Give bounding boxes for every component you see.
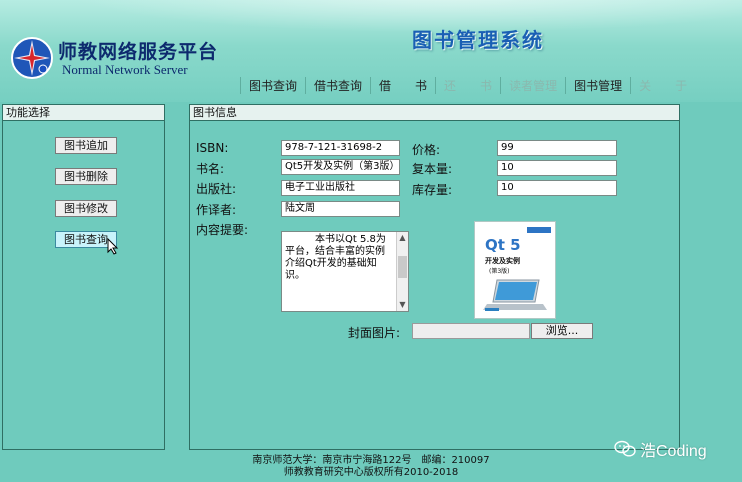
nav-item-reader-mgmt[interactable]: 读者管理 xyxy=(500,76,565,94)
publisher-field[interactable]: 电子工业出版社 xyxy=(281,180,400,196)
book-info-title: 图书信息 xyxy=(190,105,679,121)
browse-button[interactable]: 浏览... xyxy=(531,323,593,339)
name-label: 书名: xyxy=(196,162,225,176)
header-banner: 师教网络服务平台 Normal Network Server 图书管理系统 图书… xyxy=(0,0,742,102)
price-field[interactable]: 99 xyxy=(497,140,617,156)
isbn-label: ISBN: xyxy=(196,141,229,155)
cover-subtitle: 开发及实例 xyxy=(485,257,520,265)
org-name-en: Normal Network Server xyxy=(62,62,188,77)
edit-book-button[interactable]: 图书修改 xyxy=(55,200,117,217)
watermark: 浩Coding xyxy=(614,437,707,461)
nav-item-borrow-search[interactable]: 借书查询 xyxy=(305,76,370,94)
book-name-field[interactable]: Qt5开发及实例（第3版） xyxy=(281,159,400,175)
footer-copyright: 师教教育研究中心版权所有2010-2018 xyxy=(283,467,459,478)
summary-scrollbar[interactable]: ▲ ▼ xyxy=(396,232,408,311)
watermark-text: 浩Coding xyxy=(640,443,707,460)
author-field[interactable]: 陆文周 xyxy=(281,201,400,217)
nav-item-return[interactable]: 还 书 xyxy=(435,76,500,94)
header-decoration xyxy=(0,0,742,40)
book-info-panel: 图书信息 ISBN: 978-7-121-31698-2 书名: Qt5开发及实… xyxy=(189,104,680,450)
isbn-field[interactable]: 978-7-121-31698-2 xyxy=(281,140,400,156)
nav-item-borrow[interactable]: 借 书 xyxy=(370,76,435,94)
function-panel: 功能选择 图书追加 图书删除 图书修改 图书查询 xyxy=(2,104,165,450)
stock-label: 库存量: xyxy=(412,183,453,197)
publisher-label: 出版社: xyxy=(196,182,237,196)
nav-item-book-search[interactable]: 图书查询 xyxy=(240,76,305,94)
stock-field[interactable]: 10 xyxy=(497,180,617,196)
scroll-up-icon[interactable]: ▲ xyxy=(397,232,408,244)
function-panel-title: 功能选择 xyxy=(3,105,164,121)
summary-textarea[interactable]: 本书以Qt 5.8为平台，结合丰富的实例介绍Qt开发的基础知识。 ▲ ▼ xyxy=(281,231,409,312)
cover-file-input[interactable] xyxy=(412,323,530,339)
book-cover-image: Qt 5 开发及实例 (第3版) xyxy=(474,221,556,319)
logo-star-icon xyxy=(11,37,53,79)
nav-item-book-mgmt[interactable]: 图书管理 xyxy=(565,76,630,94)
copies-label: 复本量: xyxy=(412,162,453,176)
mouse-cursor-icon xyxy=(107,238,119,255)
scroll-thumb[interactable] xyxy=(398,256,407,278)
laptop-illustration-icon xyxy=(483,279,547,311)
add-book-button[interactable]: 图书追加 xyxy=(55,137,117,154)
system-title: 图书管理系统 xyxy=(412,28,544,52)
delete-book-button[interactable]: 图书删除 xyxy=(55,168,117,185)
top-nav: 图书查询 借书查询 借 书 还 书 读者管理 图书管理 关 于 xyxy=(240,76,695,94)
author-label: 作译者: xyxy=(196,203,237,217)
cover-image-label: 封面图片: xyxy=(348,326,401,340)
summary-text: 本书以Qt 5.8为平台，结合丰富的实例介绍Qt开发的基础知识。 xyxy=(285,234,386,281)
org-name-cn: 师教网络服务平台 xyxy=(58,41,219,63)
price-label: 价格: xyxy=(412,143,441,157)
cover-title: Qt 5 xyxy=(485,236,521,254)
cover-edition: (第3版) xyxy=(489,268,510,275)
summary-label: 内容提要: xyxy=(196,223,249,237)
scroll-down-icon[interactable]: ▼ xyxy=(397,299,408,311)
cover-badge xyxy=(527,227,551,233)
copies-field[interactable]: 10 xyxy=(497,160,617,176)
nav-item-about[interactable]: 关 于 xyxy=(630,76,695,94)
wechat-icon xyxy=(614,440,636,457)
